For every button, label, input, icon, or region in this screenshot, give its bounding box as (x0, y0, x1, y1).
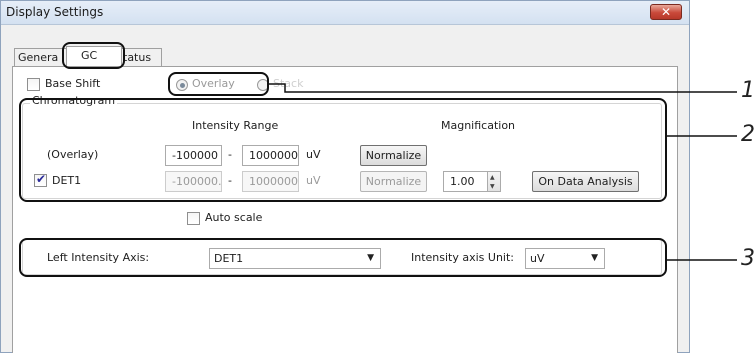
callout-1: 1 (741, 78, 755, 103)
callout-2: 2 (741, 122, 755, 147)
callout-lines (268, 83, 737, 261)
callout-3: 3 (741, 246, 755, 271)
